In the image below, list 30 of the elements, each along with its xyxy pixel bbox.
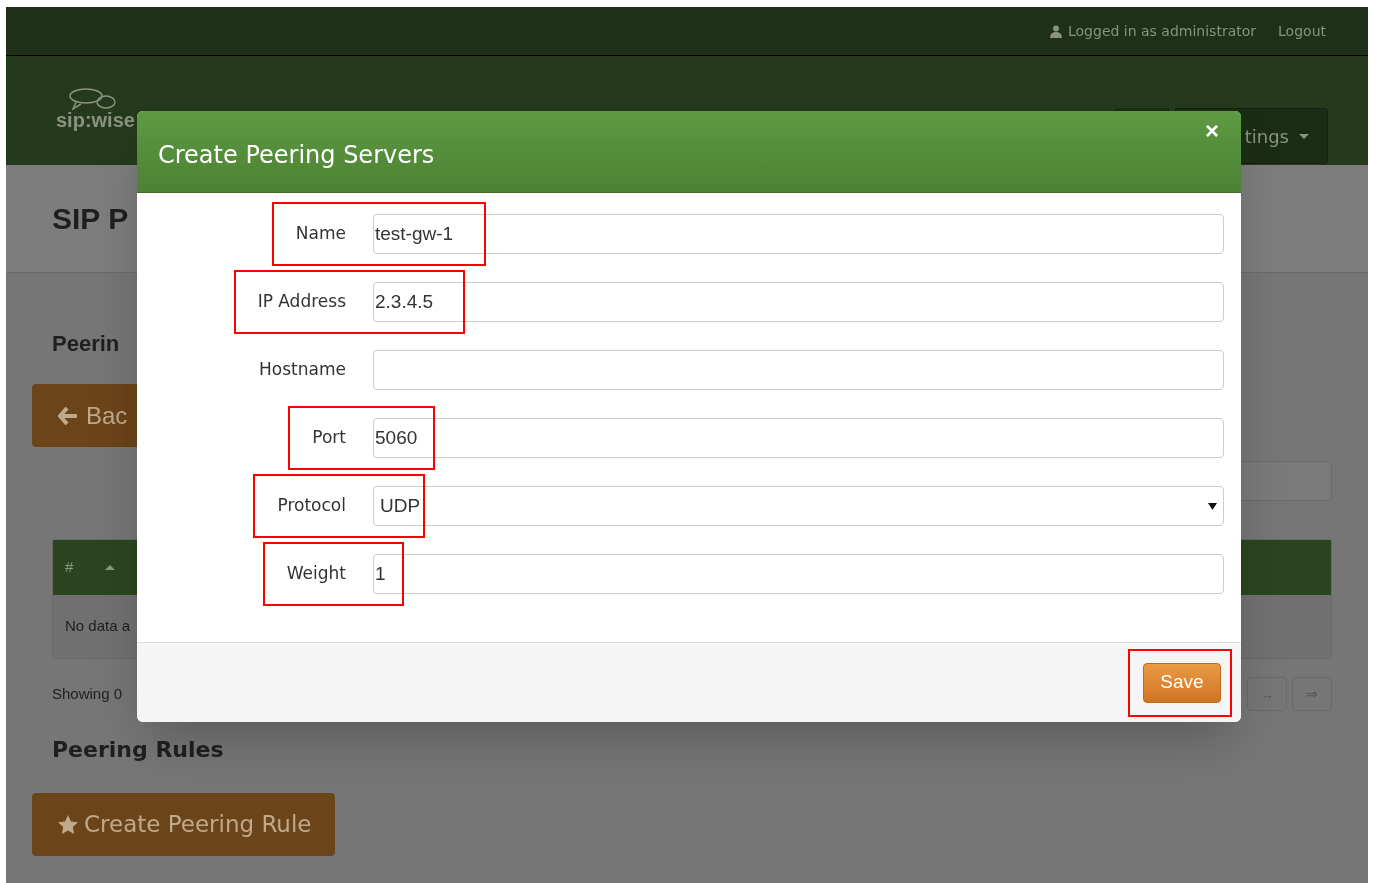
arrow-left-icon [58,406,78,425]
input-field[interactable]: 5060 [373,418,1224,458]
chat-bubbles-icon [68,88,118,110]
section-heading: Peering Rules [52,739,225,761]
empty-message: No data a [65,616,131,637]
protocol-select[interactable]: UDP [373,486,1224,526]
dropdown-arrow-icon [1208,502,1217,510]
section-heading: Peerin [52,333,121,355]
input-field[interactable]: 2.3.4.5 [373,282,1224,322]
column-header[interactable]: # [65,556,105,579]
sort-icon [105,565,115,570]
field-label: Protocol [277,493,346,519]
user-icon [1050,24,1062,38]
modal-title: Create Peering Servers [158,140,435,171]
field-label: IP Address [257,289,346,315]
close-button[interactable]: × [1205,119,1219,143]
page-title: SIP P [52,201,129,237]
field-label: Hostname [259,358,346,382]
input-field[interactable]: 1 [373,554,1224,594]
login-status: Logged in as administrator [1068,21,1257,41]
input-field[interactable] [373,350,1224,390]
caret-icon [1299,133,1309,139]
save-button[interactable]: Save [1143,662,1221,703]
showing-count: Showing 0 [52,683,123,704]
logo-text: sip:wise [56,110,135,130]
field-label: Name [295,221,346,247]
star-icon [58,815,78,834]
input-field[interactable]: test-gw-1 [373,214,1224,254]
create-rule-button[interactable]: Create Peering Rule [32,793,335,856]
logout-link[interactable]: Logout [1278,20,1326,42]
